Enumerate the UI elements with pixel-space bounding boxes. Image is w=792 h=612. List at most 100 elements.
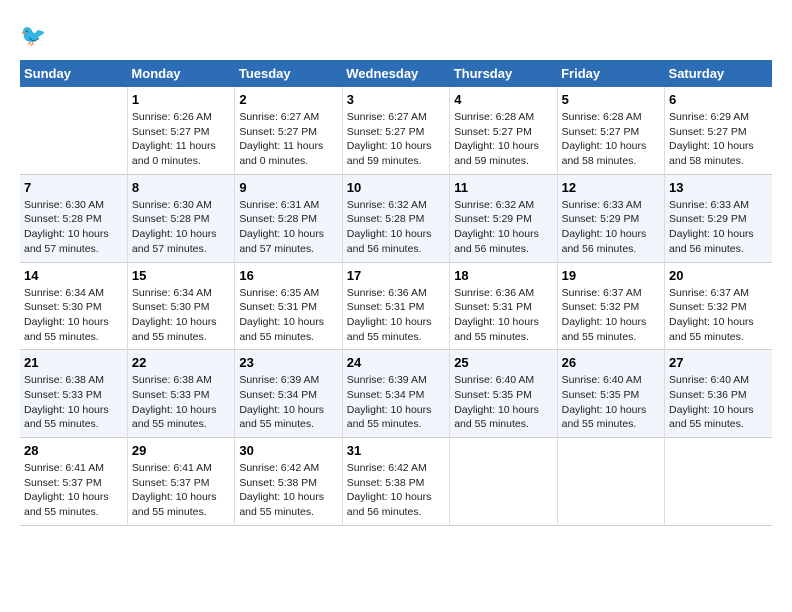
logo-icon: 🐦	[20, 20, 50, 50]
day-cell: 5 Sunrise: 6:28 AM Sunset: 5:27 PM Daylig…	[557, 87, 664, 174]
day-number: 3	[347, 92, 445, 107]
day-cell: 25 Sunrise: 6:40 AM Sunset: 5:35 PM Dayli…	[450, 350, 557, 438]
day-number: 28	[24, 443, 123, 458]
day-cell: 19Sunrise: 6:37 AM Sunset: 5:32 PM Dayli…	[557, 262, 664, 350]
day-number: 18	[454, 268, 552, 283]
day-cell: 8 Sunrise: 6:30 AM Sunset: 5:28 PM Daylig…	[127, 174, 234, 262]
day-cell: 30 Sunrise: 6:42 AM Sunset: 5:38 PM Dayli…	[235, 438, 342, 526]
day-cell: 3 Sunrise: 6:27 AM Sunset: 5:27 PM Daylig…	[342, 87, 449, 174]
day-cell: 21Sunrise: 6:38 AM Sunset: 5:33 PM Dayli…	[20, 350, 127, 438]
day-info: Sunrise: 6:37 AM Sunset: 5:32 PM Dayligh…	[669, 286, 768, 345]
day-info: Sunrise: 6:35 AM Sunset: 5:31 PM Dayligh…	[239, 286, 337, 345]
day-info: Sunrise: 6:32 AM Sunset: 5:28 PM Dayligh…	[347, 198, 445, 257]
day-number: 20	[669, 268, 768, 283]
day-number: 14	[24, 268, 123, 283]
day-cell: 15Sunrise: 6:34 AM Sunset: 5:30 PM Dayli…	[127, 262, 234, 350]
day-cell	[665, 438, 772, 526]
day-info: Sunrise: 6:29 AM Sunset: 5:27 PM Dayligh…	[669, 110, 768, 169]
day-info: Sunrise: 6:38 AM Sunset: 5:33 PM Dayligh…	[132, 373, 230, 432]
calendar-table: SundayMondayTuesdayWednesdayThursdayFrid…	[20, 60, 772, 526]
column-header-thursday: Thursday	[450, 60, 557, 87]
day-number: 24	[347, 355, 445, 370]
day-cell: 10 Sunrise: 6:32 AM Sunset: 5:28 PM Dayli…	[342, 174, 449, 262]
day-number: 5	[562, 92, 660, 107]
day-info: Sunrise: 6:41 AM Sunset: 5:37 PM Dayligh…	[24, 461, 123, 520]
week-row-3: 14 Sunrise: 6:34 AM Sunset: 5:30 PM Dayli…	[20, 262, 772, 350]
day-cell: 17Sunrise: 6:36 AM Sunset: 5:31 PM Dayli…	[342, 262, 449, 350]
day-info: Sunrise: 6:31 AM Sunset: 5:28 PM Dayligh…	[239, 198, 337, 257]
day-info: Sunrise: 6:42 AM Sunset: 5:38 PM Dayligh…	[239, 461, 337, 520]
day-info: Sunrise: 6:27 AM Sunset: 5:27 PM Dayligh…	[239, 110, 337, 169]
day-cell: 23 Sunrise: 6:39 AM Sunset: 5:34 PM Dayli…	[235, 350, 342, 438]
day-cell: 2 Sunrise: 6:27 AM Sunset: 5:27 PM Daylig…	[235, 87, 342, 174]
day-info: Sunrise: 6:40 AM Sunset: 5:35 PM Dayligh…	[454, 373, 552, 432]
day-cell: 13 Sunrise: 6:33 AM Sunset: 5:29 PM Dayli…	[665, 174, 772, 262]
day-number: 2	[239, 92, 337, 107]
day-number: 6	[669, 92, 768, 107]
day-cell: 6 Sunrise: 6:29 AM Sunset: 5:27 PM Daylig…	[665, 87, 772, 174]
day-cell: 24 Sunrise: 6:39 AM Sunset: 5:34 PM Dayli…	[342, 350, 449, 438]
day-cell: 20 Sunrise: 6:37 AM Sunset: 5:32 PM Dayli…	[665, 262, 772, 350]
day-info: Sunrise: 6:30 AM Sunset: 5:28 PM Dayligh…	[24, 198, 123, 257]
day-info: Sunrise: 6:40 AM Sunset: 5:36 PM Dayligh…	[669, 373, 768, 432]
day-cell: 28 Sunrise: 6:41 AM Sunset: 5:37 PM Dayli…	[20, 438, 127, 526]
day-info: Sunrise: 6:36 AM Sunset: 5:31 PM Dayligh…	[454, 286, 552, 345]
day-cell: 16 Sunrise: 6:35 AM Sunset: 5:31 PM Dayli…	[235, 262, 342, 350]
day-number: 22	[132, 355, 230, 370]
day-info: Sunrise: 6:26 AM Sunset: 5:27 PM Dayligh…	[132, 110, 230, 169]
column-header-friday: Friday	[557, 60, 664, 87]
day-cell: 26Sunrise: 6:40 AM Sunset: 5:35 PM Dayli…	[557, 350, 664, 438]
calendar-header-row: SundayMondayTuesdayWednesdayThursdayFrid…	[20, 60, 772, 87]
day-cell: 18 Sunrise: 6:36 AM Sunset: 5:31 PM Dayli…	[450, 262, 557, 350]
day-cell: 22 Sunrise: 6:38 AM Sunset: 5:33 PM Dayli…	[127, 350, 234, 438]
day-number: 27	[669, 355, 768, 370]
column-header-wednesday: Wednesday	[342, 60, 449, 87]
day-info: Sunrise: 6:28 AM Sunset: 5:27 PM Dayligh…	[454, 110, 552, 169]
day-number: 30	[239, 443, 337, 458]
day-number: 13	[669, 180, 768, 195]
day-info: Sunrise: 6:30 AM Sunset: 5:28 PM Dayligh…	[132, 198, 230, 257]
column-header-tuesday: Tuesday	[235, 60, 342, 87]
day-info: Sunrise: 6:39 AM Sunset: 5:34 PM Dayligh…	[347, 373, 445, 432]
day-info: Sunrise: 6:28 AM Sunset: 5:27 PM Dayligh…	[562, 110, 660, 169]
page-header: 🐦	[20, 20, 772, 50]
day-number: 23	[239, 355, 337, 370]
day-number: 29	[132, 443, 230, 458]
day-number: 10	[347, 180, 445, 195]
day-number: 17	[347, 268, 445, 283]
day-info: Sunrise: 6:33 AM Sunset: 5:29 PM Dayligh…	[562, 198, 660, 257]
logo: 🐦	[20, 20, 54, 50]
day-cell: 9 Sunrise: 6:31 AM Sunset: 5:28 PM Daylig…	[235, 174, 342, 262]
day-info: Sunrise: 6:33 AM Sunset: 5:29 PM Dayligh…	[669, 198, 768, 257]
day-number: 12	[562, 180, 660, 195]
day-info: Sunrise: 6:41 AM Sunset: 5:37 PM Dayligh…	[132, 461, 230, 520]
day-info: Sunrise: 6:32 AM Sunset: 5:29 PM Dayligh…	[454, 198, 552, 257]
day-cell: 7 Sunrise: 6:30 AM Sunset: 5:28 PM Daylig…	[20, 174, 127, 262]
day-number: 31	[347, 443, 445, 458]
day-info: Sunrise: 6:34 AM Sunset: 5:30 PM Dayligh…	[24, 286, 123, 345]
svg-text:🐦: 🐦	[20, 25, 46, 48]
day-cell: 1Sunrise: 6:26 AM Sunset: 5:27 PM Daylig…	[127, 87, 234, 174]
day-cell	[557, 438, 664, 526]
week-row-4: 21Sunrise: 6:38 AM Sunset: 5:33 PM Dayli…	[20, 350, 772, 438]
week-row-1: 1Sunrise: 6:26 AM Sunset: 5:27 PM Daylig…	[20, 87, 772, 174]
day-cell: 11 Sunrise: 6:32 AM Sunset: 5:29 PM Dayli…	[450, 174, 557, 262]
day-info: Sunrise: 6:37 AM Sunset: 5:32 PM Dayligh…	[562, 286, 660, 345]
day-cell: 27 Sunrise: 6:40 AM Sunset: 5:36 PM Dayli…	[665, 350, 772, 438]
column-header-sunday: Sunday	[20, 60, 127, 87]
day-number: 4	[454, 92, 552, 107]
week-row-2: 7 Sunrise: 6:30 AM Sunset: 5:28 PM Daylig…	[20, 174, 772, 262]
day-number: 16	[239, 268, 337, 283]
day-number: 25	[454, 355, 552, 370]
day-cell	[20, 87, 127, 174]
day-number: 9	[239, 180, 337, 195]
week-row-5: 28 Sunrise: 6:41 AM Sunset: 5:37 PM Dayli…	[20, 438, 772, 526]
day-number: 11	[454, 180, 552, 195]
day-info: Sunrise: 6:27 AM Sunset: 5:27 PM Dayligh…	[347, 110, 445, 169]
day-info: Sunrise: 6:39 AM Sunset: 5:34 PM Dayligh…	[239, 373, 337, 432]
day-number: 7	[24, 180, 123, 195]
day-number: 8	[132, 180, 230, 195]
day-cell: 31Sunrise: 6:42 AM Sunset: 5:38 PM Dayli…	[342, 438, 449, 526]
day-cell: 12 Sunrise: 6:33 AM Sunset: 5:29 PM Dayli…	[557, 174, 664, 262]
day-cell: 14 Sunrise: 6:34 AM Sunset: 5:30 PM Dayli…	[20, 262, 127, 350]
